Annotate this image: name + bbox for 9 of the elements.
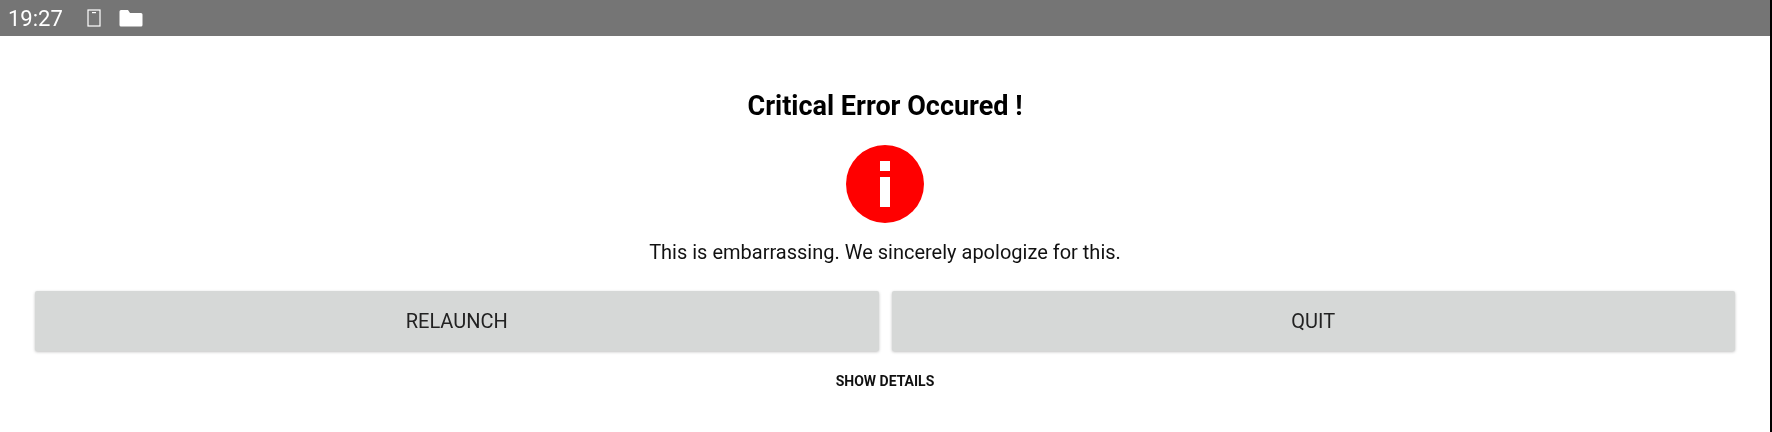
sd-card-icon [86, 9, 101, 27]
quit-button[interactable]: QUIT [891, 291, 1735, 351]
status-time: 19:27 [8, 5, 63, 31]
relaunch-button[interactable]: RELAUNCH [35, 291, 879, 351]
show-details-link[interactable]: SHOW DETAILS [835, 373, 935, 389]
info-icon [845, 144, 925, 224]
dialog-title: Critical Error Occured ! [747, 90, 1023, 122]
folder-icon [118, 9, 143, 27]
error-message: This is embarrassing. We sincerely apologize for this. [649, 240, 1121, 264]
